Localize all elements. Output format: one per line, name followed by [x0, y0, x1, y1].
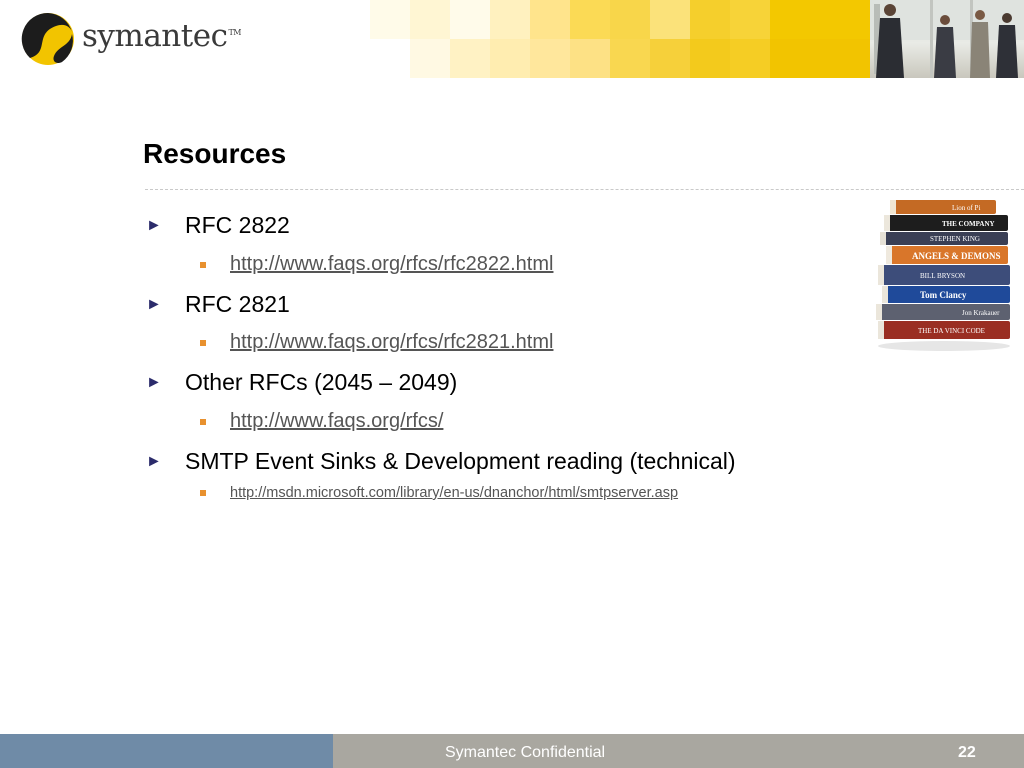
symantec-logo: symantecTM	[20, 12, 241, 66]
book-spine-text: Tom Clancy	[920, 290, 967, 300]
slide-title: Resources	[143, 138, 287, 169]
book-spine-text: BILL BRYSON	[920, 272, 965, 280]
square-bullet-icon	[200, 419, 206, 425]
book-spine-text: Jon Krakauer	[962, 309, 1000, 317]
slide-header: symantecTM	[0, 0, 1024, 78]
triangle-bullet-icon: ►	[146, 296, 162, 313]
list-item-other-rfcs: Other RFCs (2045 – 2049)	[185, 369, 458, 395]
logo-wordmark: symantecTM	[82, 18, 241, 54]
footer-left-band	[0, 734, 333, 768]
slide-footer: Symantec Confidential 22	[0, 734, 1024, 768]
confidential-label: Symantec Confidential	[445, 744, 606, 761]
triangle-bullet-icon: ►	[146, 374, 162, 391]
header-color-mosaic	[370, 0, 870, 78]
link-rfc2822[interactable]: http://www.faqs.org/rfcs/rfc2822.html	[230, 253, 553, 276]
business-people-photo	[870, 0, 1024, 78]
footer-right-band	[333, 734, 1024, 768]
square-bullet-icon	[200, 490, 206, 496]
link-msdn-smtpserver[interactable]: http://msdn.microsoft.com/library/en-us/…	[230, 485, 678, 501]
list-item-rfc2821: RFC 2821	[185, 291, 290, 317]
page-number: 22	[958, 744, 976, 761]
triangle-bullet-icon: ►	[146, 217, 162, 234]
book-stack-image: Lion of Pi THE COMPANY STEPHEN KING ANGE…	[876, 200, 1010, 351]
book-spine-text: THE DA VINCI CODE	[918, 327, 985, 335]
square-bullet-icon	[200, 340, 206, 346]
square-bullet-icon	[200, 262, 206, 268]
title-divider	[145, 189, 1024, 190]
list-item-rfc2822: RFC 2822	[185, 212, 290, 238]
symantec-globe-icon	[21, 12, 74, 65]
book-spine-text: THE COMPANY	[942, 220, 995, 228]
book-spine-text: STEPHEN KING	[930, 235, 980, 243]
triangle-bullet-icon: ►	[146, 453, 162, 470]
link-rfcs-index[interactable]: http://www.faqs.org/rfcs/	[230, 410, 443, 433]
book-spine-text: ANGELS & DEMONS	[912, 251, 1001, 261]
logo-trademark: TM	[228, 27, 241, 37]
link-rfc2821[interactable]: http://www.faqs.org/rfcs/rfc2821.html	[230, 331, 553, 354]
book-spine-text: Lion of Pi	[952, 204, 980, 212]
list-item-smtp-event-sinks: SMTP Event Sinks & Development reading (…	[185, 448, 736, 474]
